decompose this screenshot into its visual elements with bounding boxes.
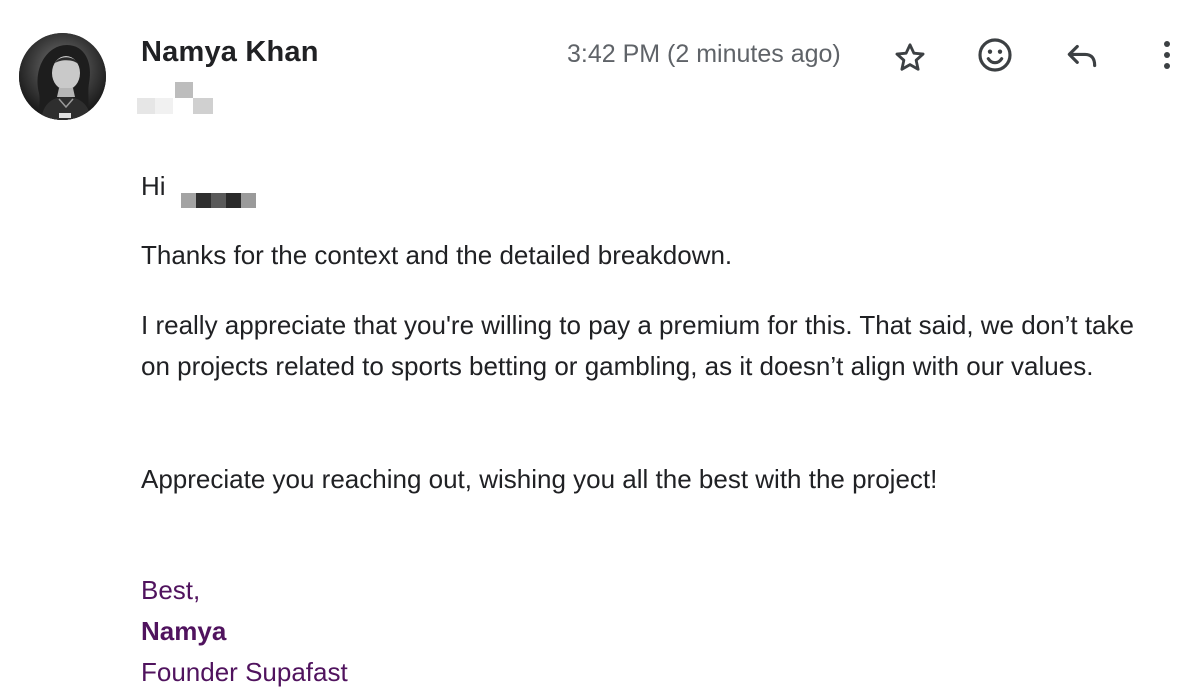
signature-name: Namya (141, 616, 227, 646)
signature-closing: Best, (141, 575, 201, 605)
greeting-text: Hi (141, 171, 166, 201)
recipient-name-redacted (180, 179, 256, 209)
message-timestamp: 3:42 PM (2 minutes ago) (567, 40, 841, 68)
star-button[interactable] (888, 36, 932, 80)
add-reaction-button[interactable] (973, 33, 1017, 77)
body-paragraph: Thanks for the context and the detailed … (141, 240, 733, 270)
body-paragraph: Appreciate you reaching out, wishing you… (141, 464, 938, 494)
sender-name[interactable]: Namya Khan (141, 36, 319, 69)
emoji-icon (978, 38, 1012, 72)
avatar-photo (19, 33, 106, 120)
more-vert-icon (1164, 41, 1170, 69)
reply-icon (1067, 44, 1097, 68)
more-options-button[interactable] (1145, 33, 1189, 77)
sender-avatar[interactable] (19, 33, 106, 120)
star-icon (895, 43, 925, 71)
signature-title: Founder Supafast (141, 657, 348, 687)
email-message: Namya Khan 3:42 PM (2 minutes ago) Hi Th… (0, 0, 1200, 700)
reply-button[interactable] (1060, 34, 1104, 78)
greeting-line: Hi (141, 166, 1161, 209)
body-paragraph: I really appreciate that you're willing … (141, 310, 1134, 381)
